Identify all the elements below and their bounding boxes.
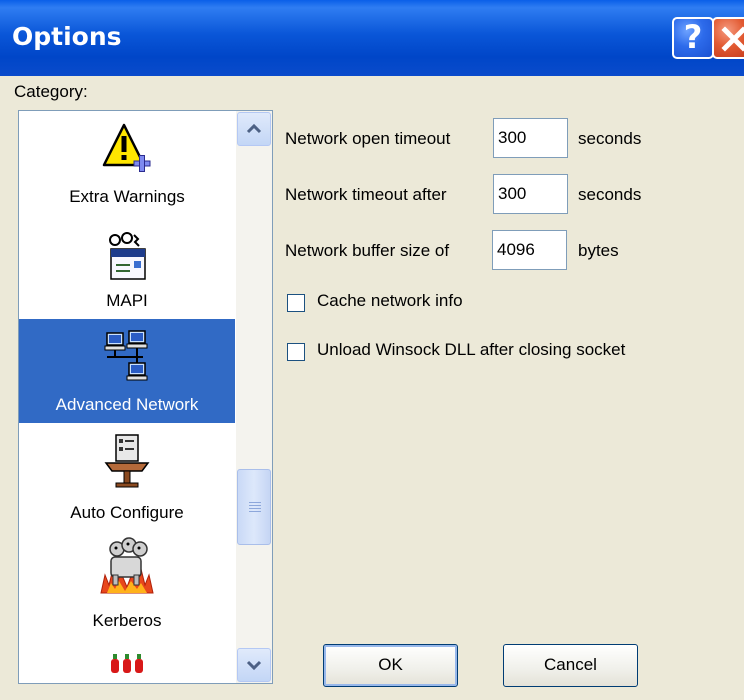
mapi-envelope-icon xyxy=(109,232,146,280)
category-list[interactable]: Extra Warnings MAPI Advanced Network Aut… xyxy=(18,110,273,684)
category-scrollbar[interactable] xyxy=(236,111,272,683)
buffer-size-input[interactable] xyxy=(492,230,567,270)
category-item-label: Advanced Network xyxy=(55,395,199,414)
open-timeout-input[interactable] xyxy=(493,118,568,158)
buffer-size-label: Network buffer size of xyxy=(285,241,450,260)
help-icon: ? xyxy=(683,18,703,56)
category-item-label: Extra Warnings xyxy=(69,187,185,206)
category-item-label: Kerberos xyxy=(92,611,162,630)
scroll-up-button[interactable] xyxy=(237,112,271,146)
warning-plus-icon xyxy=(102,123,151,172)
category-item-mapi[interactable]: MAPI xyxy=(19,221,235,317)
category-item-label: Auto Configure xyxy=(70,503,184,522)
close-icon xyxy=(721,26,744,52)
scroll-down-button[interactable] xyxy=(237,648,271,682)
cancel-button[interactable]: Cancel xyxy=(503,644,638,687)
chevron-up-icon xyxy=(246,123,262,134)
cache-network-info-label: Cache network info xyxy=(317,291,463,310)
timeout-after-unit: seconds xyxy=(578,185,642,204)
timeout-after-label: Network timeout after xyxy=(285,185,447,204)
title-bar: Options ? xyxy=(0,0,744,76)
open-timeout-unit: seconds xyxy=(578,129,642,148)
chevron-down-icon xyxy=(246,660,262,671)
scroll-thumb[interactable] xyxy=(237,469,271,545)
auto-configure-icon xyxy=(104,434,150,488)
category-item-extra-warnings[interactable]: Extra Warnings xyxy=(19,111,235,221)
category-item-kerberos[interactable]: Kerberos xyxy=(19,531,235,635)
help-button[interactable]: ? xyxy=(672,17,714,59)
cache-network-info-checkbox[interactable] xyxy=(287,294,305,312)
category-label: Category: xyxy=(14,82,88,101)
timeout-after-input[interactable] xyxy=(493,174,568,214)
kerberos-dog-icon xyxy=(100,537,154,594)
close-button[interactable] xyxy=(712,17,744,59)
category-item-advanced-network[interactable]: Advanced Network xyxy=(19,319,235,423)
network-computers-icon xyxy=(104,330,148,381)
window-title: Options xyxy=(12,22,122,51)
peppers-icon xyxy=(111,654,143,673)
category-item-auto-configure[interactable]: Auto Configure xyxy=(19,423,235,531)
unload-winsock-checkbox[interactable] xyxy=(287,343,305,361)
open-timeout-label: Network open timeout xyxy=(285,129,451,148)
category-item-label: MAPI xyxy=(106,291,148,310)
buffer-size-unit: bytes xyxy=(578,241,619,260)
category-item-partial[interactable] xyxy=(19,641,235,683)
unload-winsock-label: Unload Winsock DLL after closing socket xyxy=(317,340,626,359)
ok-button[interactable]: OK xyxy=(323,644,458,687)
